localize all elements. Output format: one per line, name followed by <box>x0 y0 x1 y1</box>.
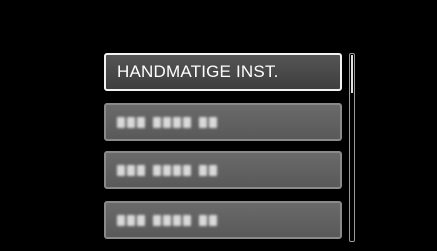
menu-item-handmatige-inst[interactable]: HANDMATIGE INST. <box>104 53 342 91</box>
camera-menu-screen: HANDMATIGE INST. <box>0 0 437 251</box>
menu-item-obscured[interactable] <box>104 151 342 189</box>
menu-item-label: HANDMATIGE INST. <box>117 62 279 81</box>
menu-item-obscured[interactable] <box>104 201 342 239</box>
menu-item-obscured[interactable] <box>104 103 342 141</box>
blurred-label <box>117 116 217 128</box>
blurred-label <box>117 164 217 176</box>
scrollbar-thumb[interactable] <box>351 55 353 93</box>
menu-scrollbar[interactable] <box>349 53 355 242</box>
blurred-label <box>117 214 217 226</box>
